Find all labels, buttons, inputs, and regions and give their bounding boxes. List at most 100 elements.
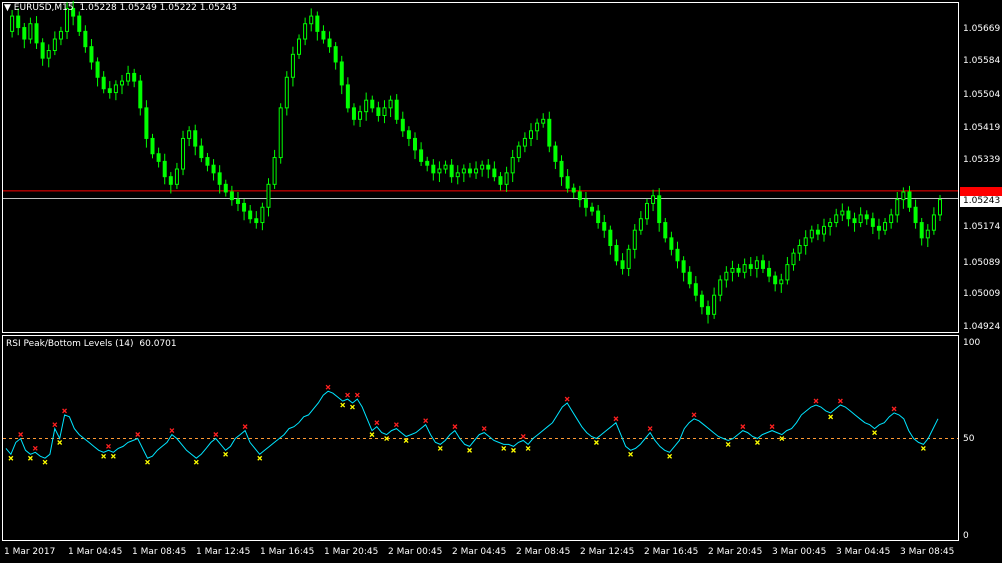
candle-body [528, 130, 533, 139]
candle-body [901, 191, 906, 201]
candle-body [315, 15, 320, 32]
time-axis-label: 3 Mar 04:45 [836, 547, 891, 557]
candle-body [828, 222, 833, 227]
candle-body [449, 164, 454, 178]
candle-body [638, 218, 643, 231]
candle-body [779, 279, 784, 285]
candle-body [168, 176, 173, 185]
candle-body [205, 157, 210, 166]
candle-body [614, 245, 619, 262]
candle-body [303, 23, 308, 40]
candle-body [217, 172, 222, 185]
candle-body [290, 53, 295, 78]
candle-body [883, 222, 888, 231]
candle-body [339, 61, 344, 86]
candle-body [681, 260, 686, 273]
candle-body [150, 137, 155, 155]
time-axis-label: 1 Mar 2017 [4, 547, 56, 557]
candle-body [925, 229, 930, 239]
candle-body [413, 137, 418, 151]
candle-body [724, 271, 729, 281]
candle-body [107, 88, 112, 94]
candle-body [632, 229, 637, 250]
time-axis-label: 2 Mar 08:45 [516, 547, 571, 557]
candle-body [443, 164, 448, 170]
candle-body [235, 199, 240, 204]
candle-body [626, 248, 631, 269]
candle-body [126, 72, 131, 82]
candle-body [498, 176, 503, 185]
candle-body [260, 206, 265, 224]
candle-body [248, 210, 253, 220]
symbol-timeframe: EURUSD,M15 [13, 3, 74, 13]
indicator-header: RSI Peak/Bottom Levels (14) 60.0701 [6, 339, 177, 349]
time-axis-label: 1 Mar 16:45 [260, 547, 315, 557]
indicator-title: RSI Peak/Bottom Levels (14) [6, 339, 134, 349]
candle-body [510, 157, 515, 174]
candle-body [199, 145, 204, 159]
candle-body [46, 50, 51, 59]
candle-body [278, 107, 283, 159]
candle-body [834, 214, 839, 224]
candle-body [400, 118, 405, 132]
time-axis-label: 2 Mar 20:45 [708, 547, 763, 557]
candle-body [559, 160, 564, 178]
candle-body [58, 30, 63, 40]
candle-body [193, 130, 198, 147]
price-axis-label: 1.05174 [963, 222, 1001, 232]
candle-body [852, 218, 857, 224]
candle-body [83, 30, 88, 48]
candle-body [767, 267, 772, 277]
candle-body [474, 168, 479, 174]
candle-body [583, 199, 588, 208]
candle-body [162, 160, 167, 178]
candle-body [223, 183, 228, 193]
dropdown-triangle-icon[interactable]: ▼ [4, 3, 11, 13]
candle-body [431, 164, 436, 174]
candle-body [889, 214, 894, 224]
candle-body [730, 267, 735, 273]
candle-body [870, 218, 875, 227]
candle-body [370, 99, 375, 109]
candle-body [803, 237, 808, 246]
candle-body [156, 153, 161, 162]
candle-body [760, 260, 765, 269]
candle-body [687, 271, 692, 285]
candle-body [675, 248, 680, 262]
candle-body [16, 15, 21, 29]
time-axis-label: 3 Mar 00:45 [772, 547, 827, 557]
candle-body [822, 225, 827, 235]
candle-body [864, 214, 869, 220]
candle-body [187, 130, 192, 139]
indicator-level-label: 50 [963, 434, 975, 444]
price-axis-label: 1.05504 [963, 90, 1001, 100]
candle-body [181, 137, 186, 170]
rsi-indicator-panel[interactable] [2, 335, 959, 541]
candle-body [907, 191, 912, 208]
candle-body [419, 149, 424, 162]
price-axis-label: 1.05419 [963, 123, 1001, 133]
candle-body [461, 168, 466, 174]
candle-body [358, 111, 363, 120]
chart-header: ▼ EURUSD,M15 1.05228 1.05249 1.05222 1.0… [4, 3, 237, 13]
price-axis-label: 1.05089 [963, 258, 1001, 268]
candle-body [620, 260, 625, 269]
time-axis-label: 1 Mar 20:45 [324, 547, 379, 557]
time-axis-label: 2 Mar 04:45 [452, 547, 507, 557]
price-axis-label: 1.05669 [963, 24, 1001, 34]
candle-body [876, 225, 881, 231]
candle-body [266, 183, 271, 208]
candle-body [718, 279, 723, 296]
candle-body [364, 99, 369, 113]
candle-body [242, 202, 247, 212]
candle-body [706, 306, 711, 315]
candle-body [608, 229, 613, 247]
price-axis-label: 1.05584 [963, 56, 1001, 66]
candle-body [95, 61, 100, 78]
candle-body [174, 168, 179, 185]
candle-body [699, 294, 704, 308]
candle-body [565, 176, 570, 189]
candle-body [467, 168, 472, 174]
ohlc-values: 1.05228 1.05249 1.05222 1.05243 [79, 3, 237, 13]
candle-body [596, 210, 601, 224]
